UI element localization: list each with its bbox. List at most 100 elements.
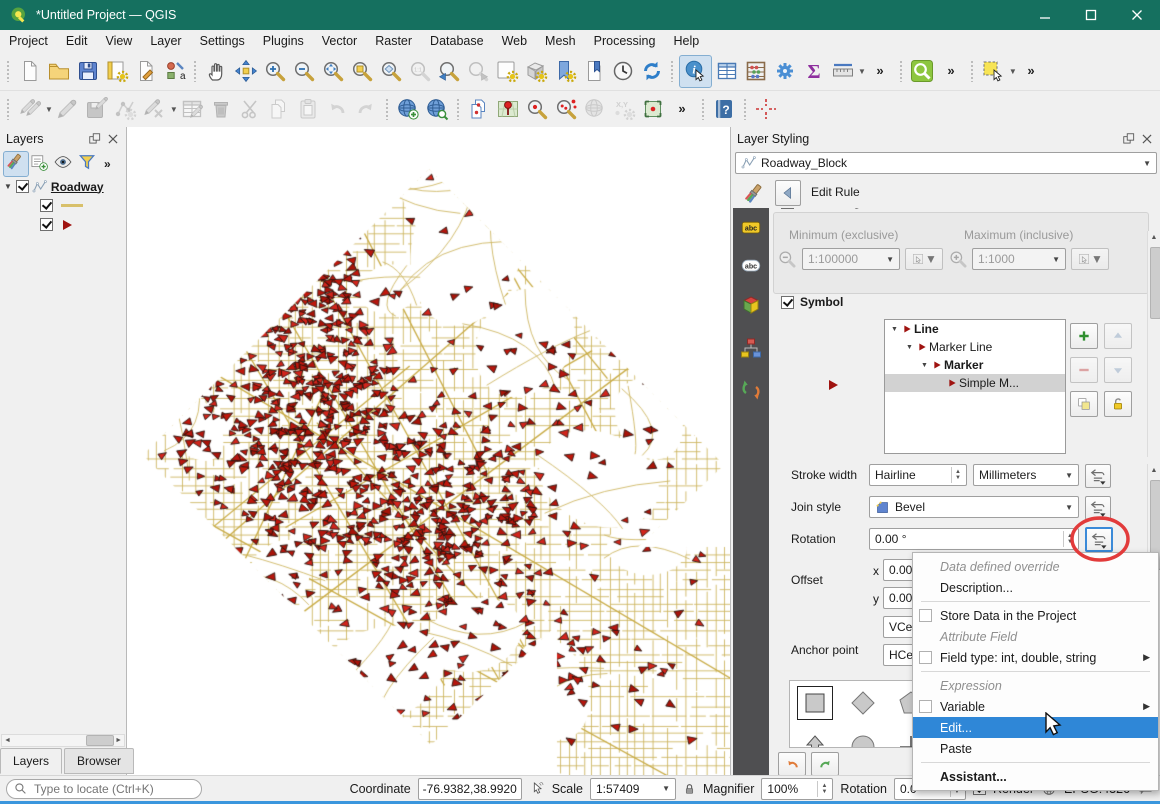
menu-item-description[interactable]: Description... bbox=[913, 577, 1158, 598]
symbol-layer-marker-line[interactable]: ▼Marker Line bbox=[885, 338, 1065, 356]
symbol-layer-line[interactable]: ▼Line bbox=[885, 320, 1065, 338]
field-calculator-button[interactable] bbox=[741, 57, 770, 86]
statistical-summary-button[interactable]: Σ bbox=[799, 57, 828, 86]
layer-visibility-checkbox[interactable] bbox=[16, 180, 29, 193]
expand-arrow-icon[interactable]: ▼ bbox=[906, 344, 916, 351]
metasearch-new-button[interactable] bbox=[394, 95, 423, 124]
advanced-digitize-dropdown-icon[interactable]: ▼ bbox=[170, 105, 178, 114]
temporal-controller-button[interactable] bbox=[608, 57, 637, 86]
menu-layer[interactable]: Layer bbox=[141, 32, 190, 50]
menu-item-field-type-int-double-string[interactable]: Field type: int, double, string▶ bbox=[913, 647, 1158, 668]
symbol-layer-marker[interactable]: ▼Marker bbox=[885, 356, 1065, 374]
spin-arrows-icon[interactable]: ▲▼ bbox=[951, 467, 961, 483]
stroke-width-override-button[interactable] bbox=[1085, 464, 1111, 488]
plugin-search-button[interactable] bbox=[908, 57, 937, 86]
map-canvas[interactable] bbox=[127, 127, 730, 775]
expand-arrow-icon[interactable]: ▼ bbox=[4, 182, 12, 191]
toolbar-overflow-1-button[interactable]: » bbox=[866, 57, 895, 86]
filter-legend-button[interactable] bbox=[77, 152, 101, 176]
pin-location-button[interactable] bbox=[494, 95, 523, 124]
rotation-spinbox[interactable]: 0.00 ° ▲▼ bbox=[869, 528, 1079, 550]
symbol-checkbox[interactable] bbox=[781, 296, 794, 309]
scale-combo[interactable]: 1:57409▼ bbox=[590, 778, 676, 800]
zoom-to-coordinates-button[interactable] bbox=[552, 95, 581, 124]
zoom-in-button[interactable] bbox=[260, 57, 289, 86]
measure-dropdown-icon[interactable]: ▼ bbox=[858, 67, 866, 76]
legend-item-marker[interactable] bbox=[0, 215, 126, 234]
pan-to-selection-button[interactable] bbox=[231, 57, 260, 86]
help-button[interactable]: ? bbox=[710, 95, 739, 124]
new-project-button[interactable] bbox=[15, 57, 44, 86]
legend-line-checkbox[interactable] bbox=[40, 199, 53, 212]
duplicate-symbol-layer-button[interactable] bbox=[1070, 391, 1098, 417]
layout-manager-button[interactable] bbox=[131, 57, 160, 86]
styling-panel-close-icon[interactable] bbox=[1140, 132, 1154, 146]
shape-diamond[interactable] bbox=[846, 687, 880, 719]
join-style-combo[interactable]: Bevel▼ bbox=[869, 496, 1079, 518]
zoom-last-button[interactable] bbox=[434, 57, 463, 86]
layers-toolbar-overflow[interactable]: » bbox=[101, 157, 112, 171]
diagrams-tab-icon[interactable] bbox=[739, 336, 763, 360]
coordinate-capture-button[interactable] bbox=[752, 95, 781, 124]
stroke-width-spinbox[interactable]: Hairline ▲▼ bbox=[869, 464, 967, 486]
open-layer-styling-button[interactable] bbox=[3, 151, 29, 177]
shape-arrow-up[interactable] bbox=[798, 731, 832, 748]
menu-view[interactable]: View bbox=[96, 32, 141, 50]
layers-panel-close-icon[interactable] bbox=[106, 132, 120, 146]
locator-box[interactable] bbox=[6, 779, 202, 799]
toolbar-overflow-4-button[interactable]: » bbox=[668, 95, 697, 124]
save-project-button[interactable] bbox=[73, 57, 102, 86]
minimize-button[interactable] bbox=[1022, 0, 1068, 30]
pan-map-button[interactable] bbox=[202, 57, 231, 86]
select-features-button[interactable] bbox=[979, 57, 1008, 86]
layers-horizontal-scrollbar[interactable]: ◄ ► bbox=[1, 734, 125, 747]
menu-item-edit[interactable]: Edit... bbox=[913, 717, 1158, 738]
add-symbol-layer-button[interactable] bbox=[1070, 323, 1098, 349]
zoom-to-coordinate-button[interactable] bbox=[523, 95, 552, 124]
zoom-to-selection-button[interactable] bbox=[347, 57, 376, 86]
new-map-view-button[interactable] bbox=[492, 57, 521, 86]
scroll-right-icon[interactable]: ► bbox=[113, 737, 124, 744]
new-spatial-bookmark-button[interactable] bbox=[550, 57, 579, 86]
menu-checkbox[interactable] bbox=[919, 700, 932, 713]
identify-features-button[interactable]: i bbox=[679, 55, 712, 88]
menu-raster[interactable]: Raster bbox=[366, 32, 421, 50]
canvas-extent-button[interactable] bbox=[639, 95, 668, 124]
close-button[interactable] bbox=[1114, 0, 1160, 30]
menu-checkbox[interactable] bbox=[919, 609, 932, 622]
menu-project[interactable]: Project bbox=[0, 32, 57, 50]
history-tab-icon[interactable] bbox=[739, 378, 763, 402]
expand-arrow-icon[interactable]: ▼ bbox=[921, 362, 931, 369]
menu-settings[interactable]: Settings bbox=[191, 32, 254, 50]
copy-coordinates-button[interactable] bbox=[465, 95, 494, 124]
scrollbar-thumb[interactable] bbox=[1150, 247, 1160, 319]
layers-panel-float-icon[interactable] bbox=[88, 132, 102, 146]
coordinate-field[interactable]: -76.9382,38.9920 bbox=[418, 778, 522, 800]
menu-item-store-data-in-the-project[interactable]: Store Data in the Project bbox=[913, 605, 1158, 626]
stroke-width-unit-combo[interactable]: Millimeters▼ bbox=[973, 464, 1079, 486]
shape-circle[interactable] bbox=[846, 731, 880, 748]
refresh-map-button[interactable] bbox=[637, 57, 666, 86]
menu-item-variable[interactable]: Variable▶ bbox=[913, 696, 1158, 717]
menu-vector[interactable]: Vector bbox=[313, 32, 366, 50]
rotation-override-button[interactable] bbox=[1085, 527, 1113, 552]
legend-item-line[interactable] bbox=[0, 196, 126, 215]
symbol-layer-simple-m[interactable]: Simple M... bbox=[885, 374, 1065, 392]
labels-tab-icon[interactable]: abc bbox=[738, 218, 764, 238]
menu-item-assistant[interactable]: Assistant... bbox=[913, 766, 1158, 787]
expand-arrow-icon[interactable]: ▼ bbox=[891, 326, 901, 333]
spin-arrows-icon[interactable]: ▲▼ bbox=[1063, 531, 1073, 547]
symbol-header[interactable]: Symbol bbox=[781, 295, 843, 309]
scroll-left-icon[interactable]: ◄ bbox=[2, 737, 13, 744]
style-redo-button[interactable] bbox=[811, 752, 839, 776]
menu-edit[interactable]: Edit bbox=[57, 32, 97, 50]
open-project-button[interactable] bbox=[44, 57, 73, 86]
new-print-layout-button[interactable] bbox=[102, 57, 131, 86]
new-3d-map-view-button[interactable] bbox=[521, 57, 550, 86]
lock-colors-button[interactable] bbox=[1104, 391, 1132, 417]
menu-item-paste[interactable]: Paste bbox=[913, 738, 1158, 759]
zoom-full-button[interactable] bbox=[318, 57, 347, 86]
3d-view-tab-icon[interactable] bbox=[739, 294, 763, 318]
lock-icon[interactable] bbox=[683, 782, 696, 796]
shape-square[interactable] bbox=[798, 687, 832, 719]
